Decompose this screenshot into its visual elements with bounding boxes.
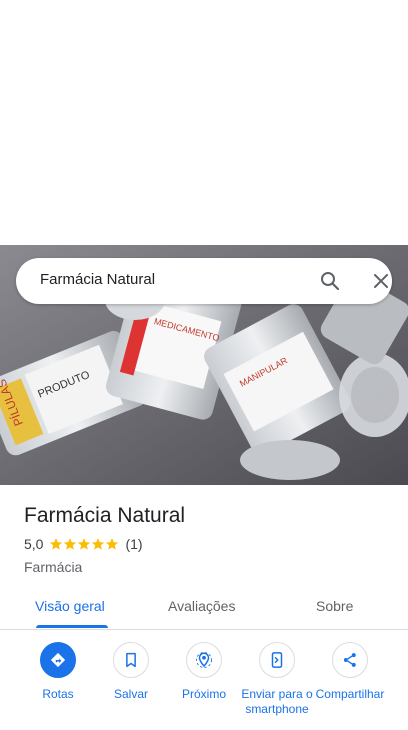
- send-to-phone-label: Enviar para o smartphone: [241, 687, 313, 716]
- share-label: Compartilhar: [315, 687, 385, 701]
- nearby-button[interactable]: Próximo: [164, 642, 244, 702]
- send-to-phone-icon: [271, 652, 283, 668]
- tab-bar: Visão geral Avaliações Sobre: [0, 588, 408, 630]
- tab-reviews[interactable]: Avaliações: [168, 598, 235, 614]
- star-icon: [78, 538, 91, 550]
- star-icon: [64, 538, 77, 550]
- directions-label: Rotas: [42, 687, 74, 701]
- close-icon[interactable]: [369, 269, 393, 293]
- directions-button[interactable]: Rotas: [18, 642, 98, 702]
- rating-value: 5,0: [24, 536, 44, 552]
- place-info: Farmácia Natural 5,0 (1) Farmácia: [24, 500, 394, 575]
- action-bar: Rotas Salvar Próximo Enviar para o smart…: [0, 642, 408, 730]
- star-icon: [50, 538, 63, 550]
- send-to-phone-button[interactable]: Enviar para o smartphone: [237, 642, 317, 717]
- share-icon: [343, 653, 356, 667]
- search-bar[interactable]: Farmácia Natural: [16, 258, 392, 304]
- share-button[interactable]: Compartilhar: [310, 642, 390, 702]
- review-count[interactable]: (1): [125, 536, 142, 552]
- search-icon[interactable]: [318, 269, 342, 293]
- nearby-icon: [196, 652, 212, 668]
- search-query[interactable]: Farmácia Natural: [40, 271, 155, 288]
- rating-row[interactable]: 5,0 (1): [24, 535, 394, 553]
- star-rating: [49, 537, 119, 551]
- place-title: Farmácia Natural: [24, 504, 186, 527]
- map-area[interactable]: [0, 0, 408, 245]
- bookmark-icon: [126, 652, 136, 668]
- tab-overview[interactable]: Visão geral: [35, 598, 105, 614]
- tab-about[interactable]: Sobre: [316, 598, 353, 614]
- save-label: Salvar: [113, 687, 148, 701]
- nearby-label: Próximo: [181, 687, 226, 701]
- star-icon: [92, 538, 105, 550]
- star-icon: [106, 538, 119, 550]
- save-button[interactable]: Salvar: [91, 642, 171, 702]
- active-tab-indicator: [36, 625, 108, 628]
- place-category: Farmácia: [24, 559, 83, 575]
- directions-icon: [50, 652, 66, 668]
